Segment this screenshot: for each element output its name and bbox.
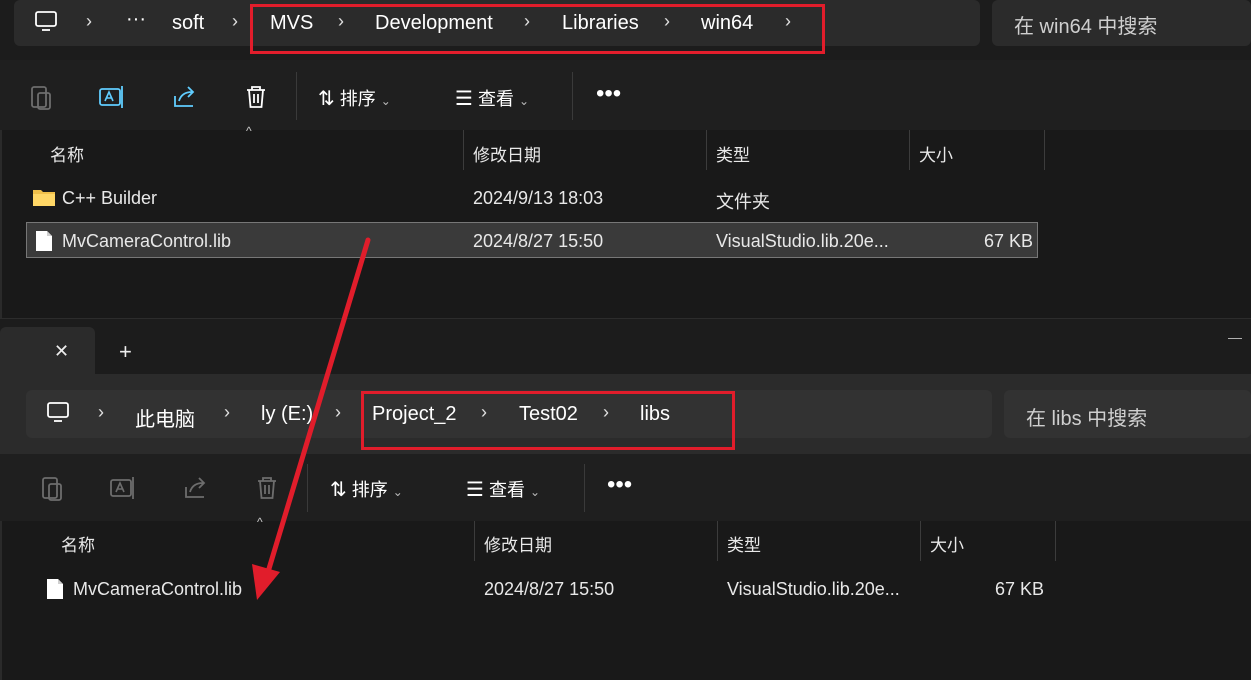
- annotation-arrow: [252, 237, 371, 600]
